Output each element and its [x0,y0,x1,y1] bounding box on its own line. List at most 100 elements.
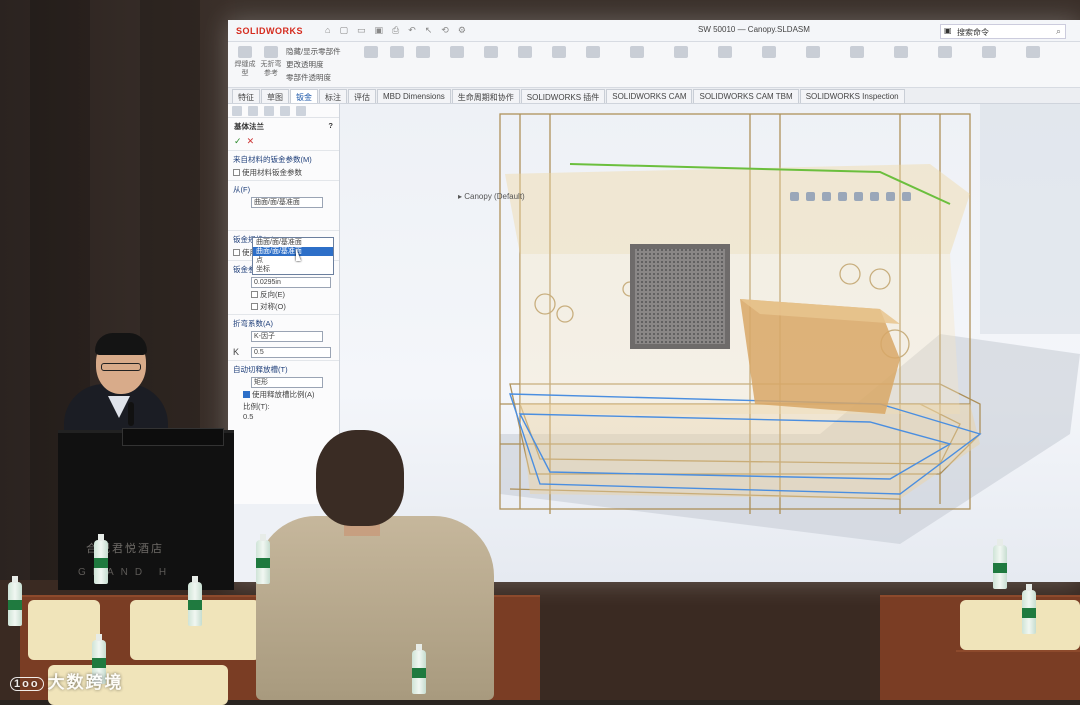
dropdown-option[interactable]: 曲面/面/基准面 [253,247,333,256]
tab-5[interactable]: MBD Dimensions [377,89,451,103]
ribbon-button[interactable] [668,46,694,60]
ribbon-button[interactable]: 焊缝成型 [232,46,258,78]
ribbon-button[interactable] [546,46,572,60]
chair [960,600,1080,650]
feature-tree-root[interactable]: ▸ Canopy (Default) [458,192,525,201]
display-manager-icon[interactable] [296,106,306,116]
print-icon[interactable]: ⎙ [392,25,399,36]
section-view-icon[interactable] [838,192,847,201]
previous-view-icon[interactable] [822,192,831,201]
ribbon-button[interactable] [580,46,606,60]
dropdown-option[interactable]: 曲面/面/基准面 [253,238,333,247]
zoom-area-icon[interactable] [806,192,815,201]
from-select[interactable]: 曲面/面/基准面 [251,197,323,208]
ribbon-button[interactable] [844,46,870,60]
tab-1[interactable]: 草图 [261,89,289,103]
zoom-fit-icon[interactable] [790,192,799,201]
search-commands-input[interactable]: 搜索命令 ⌕ [940,24,1066,39]
property-manager-icon[interactable] [248,106,258,116]
view-orientation-icon[interactable] [854,192,863,201]
ribbon-button[interactable] [624,46,650,60]
relief-ratio-checkbox[interactable]: 使用释放槽比例(A) [243,389,334,400]
config-manager-icon[interactable] [264,106,274,116]
tab-0[interactable]: 特征 [232,89,260,103]
new-file-icon[interactable]: ▢ [339,25,348,36]
water-bottle [8,576,22,626]
command-icon [894,46,908,58]
dropdown-option[interactable]: 点 [253,256,333,265]
ribbon-button[interactable] [712,46,738,60]
tab-4[interactable]: 评估 [348,89,376,103]
display-style-icon[interactable] [870,192,879,201]
ribbon-button[interactable] [410,46,436,60]
symmetric-checkbox[interactable]: 对称(O) [251,301,334,312]
ratio-value[interactable]: 0.5 [243,412,334,421]
ribbon-button[interactable] [756,46,782,60]
water-bottle [188,576,202,626]
ribbon-text-button[interactable]: 更改透明度 [286,59,324,70]
ribbon-button[interactable] [384,46,410,60]
command-icon [518,46,532,58]
water-bottle [993,539,1007,589]
rebuild-icon[interactable]: ⟲ [441,25,449,36]
ribbon-button[interactable] [932,46,958,60]
ribbon-button[interactable] [976,46,1002,60]
hide-show-icon[interactable] [886,192,895,201]
tab-8[interactable]: SOLIDWORKS CAM [606,89,693,103]
chair [28,600,100,660]
ribbon-button[interactable] [800,46,826,60]
tab-7[interactable]: SOLIDWORKS 插件 [520,89,606,103]
k-factor-input[interactable]: 0.5 [251,347,331,358]
from-group: 从(F) 曲面/面/基准面 [228,180,339,228]
ribbon-button[interactable] [358,46,384,60]
tab-3[interactable]: 标注 [319,89,347,103]
ribbon-button[interactable] [444,46,470,60]
tab-2[interactable]: 钣金 [290,89,318,103]
command-icon [264,46,278,58]
dropdown-option[interactable]: 坐标 [253,265,333,274]
tab-10[interactable]: SOLIDWORKS Inspection [799,89,905,103]
command-icon [674,46,688,58]
ribbon-text-button[interactable]: 零部件透明度 [286,72,331,83]
ribbon-text-button[interactable]: 隐藏/显示零部件 [286,46,341,57]
ribbon-button[interactable] [478,46,504,60]
feature-manager-icon[interactable] [232,106,242,116]
k-label: K [233,346,240,357]
home-icon[interactable]: ⌂ [325,25,330,36]
presenter-hair [95,333,147,355]
relief-type-select[interactable]: 矩形 [251,377,323,388]
tab-9[interactable]: SOLIDWORKS CAM TBM [693,89,799,103]
dimxpert-icon[interactable] [280,106,290,116]
reverse-checkbox[interactable]: 反向(E) [251,289,334,300]
tab-6[interactable]: 生命周期和协作 [451,89,520,103]
ribbon-button[interactable]: 无折弯 参考 [258,46,284,78]
bend-type-select[interactable]: K-因子 [251,331,323,342]
mouse-cursor [296,248,301,261]
cancel-icon[interactable]: ✕ [247,136,255,146]
ribbon-button[interactable] [888,46,914,60]
appearance-icon[interactable] [902,192,911,201]
open-icon[interactable]: ▭ [357,25,366,36]
use-material-checkbox[interactable]: 使用材料钣金参数 [233,167,334,178]
save-icon[interactable]: ▣ [374,25,383,36]
ok-cancel: ✓ ✕ [228,135,339,148]
thickness-input[interactable]: 0.0295in [251,277,331,288]
manager-tabs[interactable] [228,104,339,118]
settings-icon[interactable]: ⚙ [458,25,466,36]
ribbon-button[interactable] [1020,46,1046,60]
document-title: SW 50010 — Canopy.SLDASM [698,25,810,34]
command-ribbon: 焊缝成型 无折弯 参考 隐藏/显示零部件 更改透明度 零部件透明度 [228,42,1080,88]
watermark: 1oo 大数跨境 [10,668,124,693]
search-icon[interactable]: ⌕ [1056,26,1061,37]
undo-icon[interactable]: ↶ [408,25,416,36]
front-right-table [956,650,1080,700]
help-icon[interactable]: ? [328,121,333,132]
water-bottle [412,644,426,694]
ok-icon[interactable]: ✓ [234,136,242,146]
search-placeholder: 搜索命令 [957,28,989,37]
select-icon[interactable]: ↖ [425,25,433,36]
from-dropdown-list[interactable]: 曲面/面/基准面 曲面/面/基准面点坐标 [252,237,334,275]
ribbon-button[interactable] [512,46,538,60]
quick-access-toolbar[interactable]: ⌂ ▢ ▭ ▣ ⎙ ↶ ↖ ⟲ ⚙ [325,25,466,36]
heads-up-view-toolbar[interactable] [790,192,911,201]
